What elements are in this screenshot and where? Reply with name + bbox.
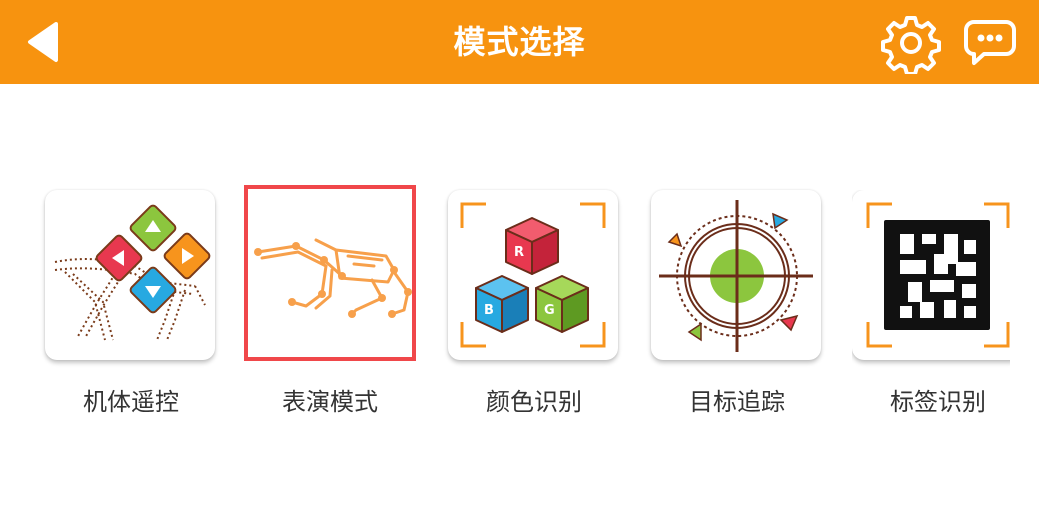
mode-label: 颜色识别 <box>486 388 582 416</box>
remote-control-icon <box>54 204 211 341</box>
qr-tag-icon <box>866 202 1010 348</box>
svg-text:R: R <box>514 245 524 260</box>
mode-label: 表演模式 <box>282 388 378 416</box>
mode-card[interactable] <box>651 190 821 360</box>
svg-text:B: B <box>484 303 494 318</box>
mode-card[interactable]: R B G <box>448 190 618 360</box>
mode-card[interactable] <box>45 190 215 360</box>
crosshair-target-icon <box>659 200 813 352</box>
mode-grid: 机体遥控 表演模式 R B G 颜色识别 目标追踪 标签识别 <box>0 0 1039 520</box>
mode-label: 机体遥控 <box>83 388 179 416</box>
robot-dog-icon <box>254 238 412 318</box>
mode-label: 标签识别 <box>890 388 986 416</box>
rgb-cubes-icon: R B G <box>460 202 606 348</box>
mode-scroll-clip: 标签识别 <box>852 190 1010 430</box>
mode-label: 目标追踪 <box>689 388 785 416</box>
mode-card[interactable] <box>852 190 1010 360</box>
svg-text:G: G <box>544 303 555 318</box>
mode-card[interactable] <box>244 190 414 360</box>
